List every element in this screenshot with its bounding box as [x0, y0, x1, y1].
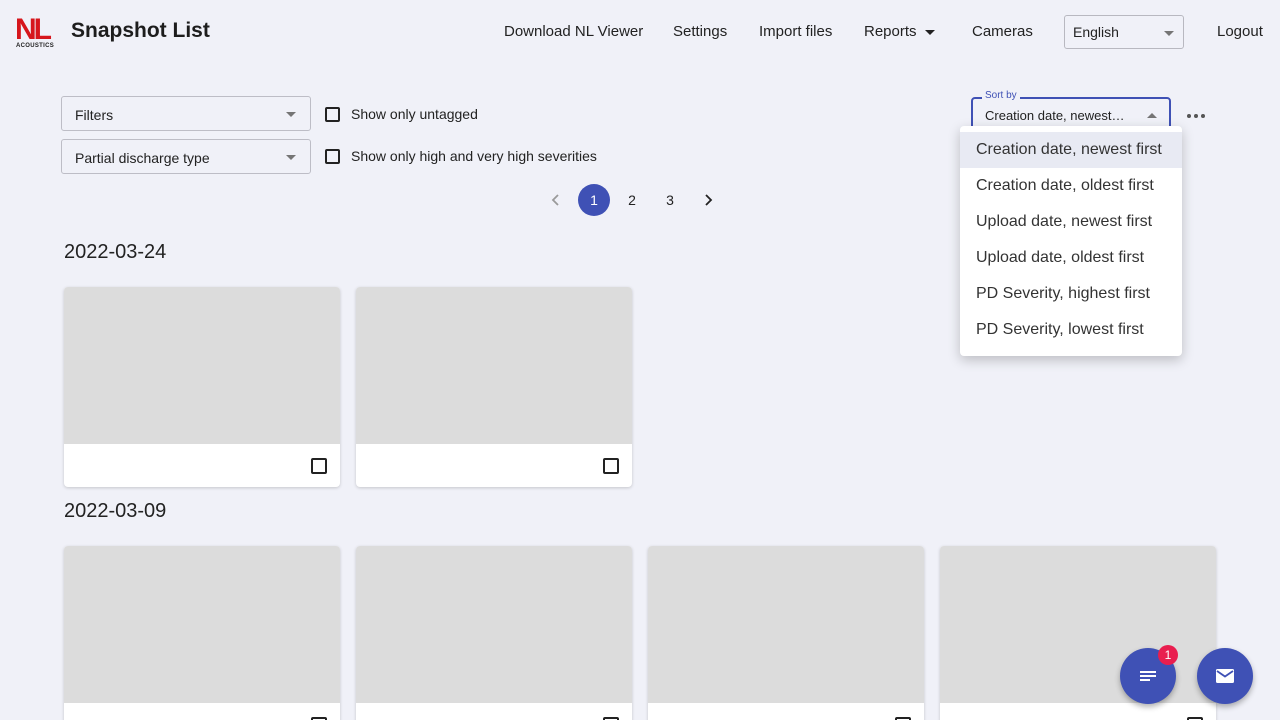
- logo-mark: NL: [15, 13, 52, 46]
- notes-fab-button[interactable]: 1: [1120, 645, 1178, 704]
- snapshot-card[interactable]: [648, 546, 924, 720]
- notification-badge: 1: [1158, 645, 1178, 665]
- nav-settings[interactable]: Settings: [673, 23, 727, 40]
- untagged-checkbox[interactable]: Show only untagged: [325, 106, 478, 122]
- caret-up-icon: [1147, 113, 1157, 118]
- nav-logout[interactable]: Logout: [1217, 23, 1263, 40]
- snapshot-thumbnail[interactable]: [64, 546, 340, 703]
- notes-icon: [1140, 671, 1156, 681]
- date-group-heading: 2022-03-24: [64, 241, 167, 263]
- sort-option-upload-oldest[interactable]: Upload date, oldest first: [960, 240, 1182, 276]
- more-dot-icon: [1187, 114, 1191, 118]
- snapshot-select-checkbox[interactable]: [311, 458, 327, 474]
- snapshot-card[interactable]: [356, 287, 632, 487]
- snapshot-card[interactable]: [356, 546, 632, 720]
- snapshot-thumbnail[interactable]: [648, 546, 924, 703]
- sort-option-upload-newest[interactable]: Upload date, newest first: [960, 204, 1182, 240]
- severity-label: Show only high and very high severities: [351, 148, 597, 164]
- caret-down-icon: [1164, 31, 1174, 36]
- chevron-left-icon: [551, 194, 559, 206]
- filters-select[interactable]: Filters: [61, 96, 311, 131]
- sort-options-menu: Creation date, newest first Creation dat…: [960, 126, 1182, 356]
- nav-download-viewer[interactable]: Download NL Viewer: [504, 23, 643, 40]
- chevron-right-icon: [705, 194, 713, 206]
- filters-select-value: Filters: [75, 107, 114, 123]
- nav-reports-label: Reports: [864, 23, 917, 40]
- snapshot-card[interactable]: [64, 546, 340, 720]
- mail-icon: [1216, 669, 1234, 683]
- sort-by-value: Creation date, newest…: [985, 108, 1125, 123]
- checkbox-box[interactable]: [325, 148, 340, 164]
- nl-acoustics-logo[interactable]: NL ACOUSTICS: [15, 15, 57, 51]
- more-dot-icon: [1201, 114, 1205, 118]
- pd-type-select[interactable]: Partial discharge type: [61, 139, 311, 174]
- sort-option-creation-newest[interactable]: Creation date, newest first: [960, 132, 1182, 168]
- next-page-button[interactable]: [692, 184, 724, 216]
- date-group-heading: 2022-03-09: [64, 500, 167, 522]
- sort-option-creation-oldest[interactable]: Creation date, oldest first: [960, 168, 1182, 204]
- pd-type-select-value: Partial discharge type: [75, 150, 210, 166]
- caret-down-icon: [286, 112, 296, 117]
- logo-subtext: ACOUSTICS: [16, 43, 55, 49]
- app-header: NL ACOUSTICS Snapshot List Download NL V…: [0, 0, 1280, 64]
- sort-option-severity-highest[interactable]: PD Severity, highest first: [960, 276, 1182, 312]
- snapshot-thumbnail[interactable]: [64, 287, 340, 444]
- page-button-2[interactable]: 2: [616, 184, 648, 216]
- snapshot-thumbnail[interactable]: [356, 546, 632, 703]
- page-button-3[interactable]: 3: [654, 184, 686, 216]
- sort-by-label: Sort by: [982, 90, 1020, 101]
- mail-fab-button[interactable]: [1197, 648, 1253, 704]
- page-button-1[interactable]: 1: [578, 184, 610, 216]
- more-dot-icon: [1194, 114, 1198, 118]
- nav-import-files[interactable]: Import files: [759, 23, 832, 40]
- more-options-button[interactable]: [1182, 104, 1210, 128]
- severity-checkbox[interactable]: Show only high and very high severities: [325, 148, 597, 164]
- sort-option-severity-lowest[interactable]: PD Severity, lowest first: [960, 312, 1182, 348]
- snapshot-select-checkbox[interactable]: [603, 458, 619, 474]
- snapshot-card[interactable]: [64, 287, 340, 487]
- nav-cameras[interactable]: Cameras: [972, 23, 1033, 40]
- language-value: English: [1073, 24, 1119, 40]
- caret-down-icon: [924, 29, 935, 35]
- language-select[interactable]: English: [1064, 15, 1184, 49]
- caret-down-icon: [286, 155, 296, 160]
- snapshot-thumbnail[interactable]: [356, 287, 632, 444]
- prev-page-button[interactable]: [540, 184, 572, 216]
- page-title: Snapshot List: [71, 19, 210, 42]
- checkbox-box[interactable]: [325, 106, 340, 122]
- nav-reports[interactable]: Reports: [864, 23, 935, 40]
- snapshot-card[interactable]: [940, 546, 1216, 720]
- untagged-label: Show only untagged: [351, 106, 478, 122]
